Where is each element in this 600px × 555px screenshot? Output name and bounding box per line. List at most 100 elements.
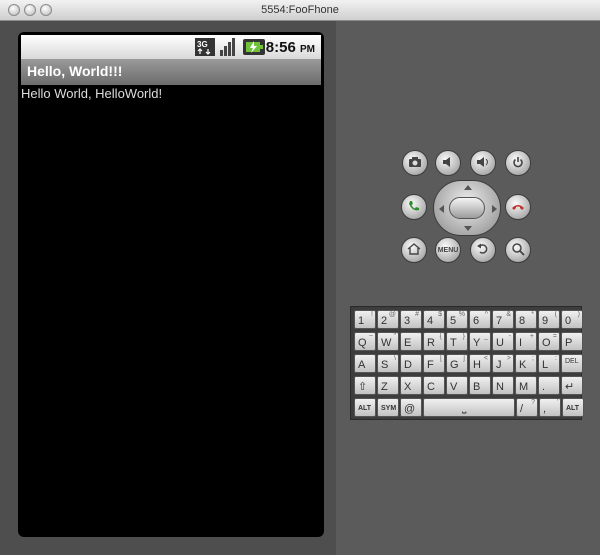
key-alt-label: ~	[368, 333, 373, 340]
key-0-3[interactable]: 4 $	[423, 310, 445, 329]
key-label: ALT	[566, 405, 580, 412]
key-3-1[interactable]: Z	[377, 376, 399, 395]
key-alt-label: ?	[531, 399, 535, 406]
key-2-3[interactable]: F[	[423, 354, 445, 373]
key-1-3[interactable]: R{	[423, 332, 445, 351]
key-3-8[interactable]: .	[538, 376, 560, 395]
key-label: DEL	[565, 358, 579, 365]
key-alt-label: ;	[532, 355, 534, 362]
key-1-1[interactable]: W "	[377, 332, 399, 351]
key-1-7[interactable]: I +	[515, 332, 537, 351]
key-label: 3	[404, 315, 411, 327]
key-label: Y	[473, 337, 481, 349]
key-alt-label: }	[462, 333, 465, 340]
status-clock: 8:56 PM	[266, 39, 315, 56]
key-alt-label: !	[371, 311, 373, 318]
volume-up-button[interactable]	[470, 150, 496, 176]
key-label: @	[404, 403, 416, 415]
dpad-down-icon[interactable]	[464, 226, 472, 231]
key-label: H	[473, 359, 481, 371]
key-alt-left[interactable]: ALT	[354, 398, 376, 417]
key-label: E	[404, 337, 412, 349]
key-2-0[interactable]: A	[354, 354, 376, 373]
call-button[interactable]	[401, 194, 427, 220]
key-0-5[interactable]: 6 ^	[469, 310, 491, 329]
dpad-center-button[interactable]	[449, 197, 485, 219]
key-label: G	[450, 359, 459, 371]
key-alt-label: _	[484, 333, 488, 340]
key-3-9[interactable]: ↵	[561, 376, 583, 395]
key-alt-label: :	[555, 355, 557, 362]
key-2-8[interactable]: L:	[538, 354, 560, 373]
key-label: ⎵	[462, 402, 467, 414]
key-2-2[interactable]: D	[400, 354, 422, 373]
hardware-keyboard: 1! 2 @3 #4 $5% 6 ^ 7 & 8 * 9(0) Q ~ W " E ` R{T} Y _ U - I + O = P A…	[350, 306, 584, 420]
key-2-7[interactable]: K;	[515, 354, 537, 373]
key-1-8[interactable]: O =	[538, 332, 560, 351]
key-0-1[interactable]: 2 @	[377, 310, 399, 329]
key-3-0[interactable]: ⇧	[354, 376, 376, 395]
key-alt-label: *	[531, 311, 534, 318]
key-2-1[interactable]: S \	[377, 354, 399, 373]
key-label: B	[473, 381, 481, 393]
home-button[interactable]	[401, 237, 427, 263]
key-0-0[interactable]: 1!	[354, 310, 376, 329]
hello-text: Hello World, HelloWorld!	[21, 86, 163, 101]
key-sym[interactable]: SYM	[377, 398, 399, 417]
key-label: L	[542, 359, 549, 371]
key-label: ↵	[565, 381, 575, 393]
dpad-right-icon[interactable]	[492, 205, 497, 213]
app-title: Hello, World!!!	[27, 63, 123, 79]
key-label: O	[542, 337, 551, 349]
key-alt-right[interactable]: ALT	[562, 398, 584, 417]
key-label: 9	[542, 315, 549, 327]
dpad-up-icon[interactable]	[464, 185, 472, 190]
battery-charging-icon	[243, 38, 265, 56]
key-label: K	[519, 359, 527, 371]
key-0-7[interactable]: 8 *	[515, 310, 537, 329]
key-3-3[interactable]: C	[423, 376, 445, 395]
key-1-5[interactable]: Y _	[469, 332, 491, 351]
key-2-6[interactable]: J >	[492, 354, 514, 373]
key-0-9[interactable]: 0)	[561, 310, 583, 329]
key-at[interactable]: @	[400, 398, 422, 417]
key-3-7[interactable]: M	[515, 376, 537, 395]
key-3-5[interactable]: B	[469, 376, 491, 395]
key-0-8[interactable]: 9(	[538, 310, 560, 329]
dpad[interactable]	[433, 180, 501, 236]
menu-button[interactable]: MENU	[435, 237, 461, 263]
search-icon	[511, 242, 525, 259]
key-0-2[interactable]: 3 #	[400, 310, 422, 329]
key-label: M	[519, 381, 529, 393]
key-slash[interactable]: /?	[516, 398, 538, 417]
end-call-button[interactable]	[505, 194, 531, 220]
key-label: ,	[543, 403, 547, 415]
key-2-9[interactable]: DEL	[561, 354, 583, 373]
key-1-4[interactable]: T}	[446, 332, 468, 351]
back-button[interactable]	[470, 237, 496, 263]
key-3-2[interactable]: X	[400, 376, 422, 395]
key-2-5[interactable]: H <	[469, 354, 491, 373]
key-label: J	[496, 359, 502, 371]
key-2-4[interactable]: G]	[446, 354, 468, 373]
key-0-4[interactable]: 5%	[446, 310, 468, 329]
key-1-2[interactable]: E `	[400, 332, 422, 351]
key-label: 1	[358, 315, 365, 327]
key-1-0[interactable]: Q ~	[354, 332, 376, 351]
key-3-6[interactable]: N	[492, 376, 514, 395]
key-1-9[interactable]: P	[561, 332, 583, 351]
power-button[interactable]	[505, 150, 531, 176]
dpad-left-icon[interactable]	[439, 205, 444, 213]
key-3-4[interactable]: V	[446, 376, 468, 395]
key-alt-label: >	[506, 355, 511, 362]
phone-call-icon	[407, 199, 421, 216]
volume-down-button[interactable]	[435, 150, 461, 176]
phone-screen[interactable]: 3G 8:56 PM Hello, World!!! Hello World, …	[18, 32, 324, 537]
key-label: U	[496, 337, 504, 349]
key-1-6[interactable]: U-	[492, 332, 514, 351]
key-space[interactable]: ⎵	[423, 398, 515, 417]
key-0-6[interactable]: 7 &	[492, 310, 514, 329]
camera-button[interactable]	[402, 150, 428, 176]
key-comma[interactable]: , '	[539, 398, 561, 417]
search-button[interactable]	[505, 237, 531, 263]
